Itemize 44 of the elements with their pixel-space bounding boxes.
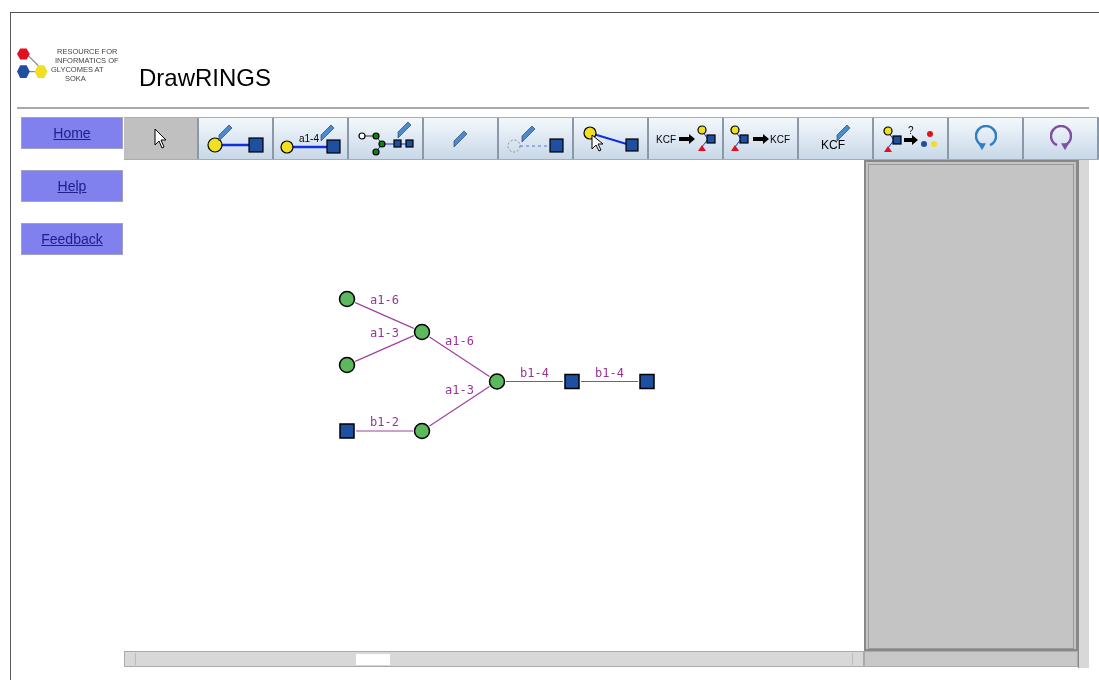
linkage-label: b1-4 xyxy=(520,365,549,380)
circle-residue[interactable] xyxy=(488,373,506,390)
linkage-label: b1-2 xyxy=(370,415,399,429)
scroll-thumb[interactable] xyxy=(356,653,390,665)
linkage-line[interactable] xyxy=(505,380,564,383)
linkage-line[interactable] xyxy=(354,302,415,329)
square-residue[interactable] xyxy=(639,373,655,390)
horizontal-scrollbar[interactable] xyxy=(864,651,1078,667)
nav-link[interactable]: Home xyxy=(21,117,123,149)
nav-link[interactable]: Feedback xyxy=(21,223,123,255)
linkage-label: a1-6 xyxy=(445,333,474,348)
undo-icon xyxy=(974,125,997,152)
tool-button[interactable] xyxy=(199,118,274,159)
linkage-line[interactable] xyxy=(354,335,415,362)
residue-link-icon xyxy=(207,124,264,153)
linkage-label: a1-6 xyxy=(370,292,399,307)
vertical-scrollbar[interactable] xyxy=(1078,160,1089,668)
tool-button[interactable]: a1-4 xyxy=(274,118,349,159)
nav-link[interactable]: Help xyxy=(21,170,123,202)
square-residue[interactable] xyxy=(564,373,580,390)
app-title: DrawRINGS xyxy=(139,63,271,93)
tool-button[interactable]: KCF xyxy=(724,118,799,159)
erase-linkage-icon xyxy=(507,124,564,153)
circle-residue[interactable] xyxy=(338,290,356,308)
linkage-label: a1-3 xyxy=(370,325,399,340)
tool-button[interactable] xyxy=(574,118,649,159)
tool-button[interactable] xyxy=(499,118,574,159)
pointer-icon xyxy=(154,128,167,149)
tool-button[interactable]: KCF xyxy=(799,118,874,159)
circle-residue[interactable] xyxy=(413,323,431,341)
tool-button[interactable]: ? xyxy=(874,118,949,159)
linkage-line[interactable] xyxy=(428,385,491,427)
tool-button[interactable]: KCF xyxy=(649,118,724,159)
tool-button[interactable] xyxy=(349,118,424,159)
linkage-line[interactable] xyxy=(580,380,639,383)
circle-residue[interactable] xyxy=(338,356,356,374)
horizontal-scrollbar[interactable] xyxy=(124,651,864,667)
redo-icon xyxy=(1049,125,1072,152)
linkage-label: b1-4 xyxy=(595,365,624,380)
structure-edit-icon xyxy=(357,121,414,156)
linkage-label: a1-3 xyxy=(445,383,474,398)
linkage-line[interactable] xyxy=(428,336,491,378)
circle-residue[interactable] xyxy=(413,422,431,440)
move-linkage-icon xyxy=(582,125,639,152)
